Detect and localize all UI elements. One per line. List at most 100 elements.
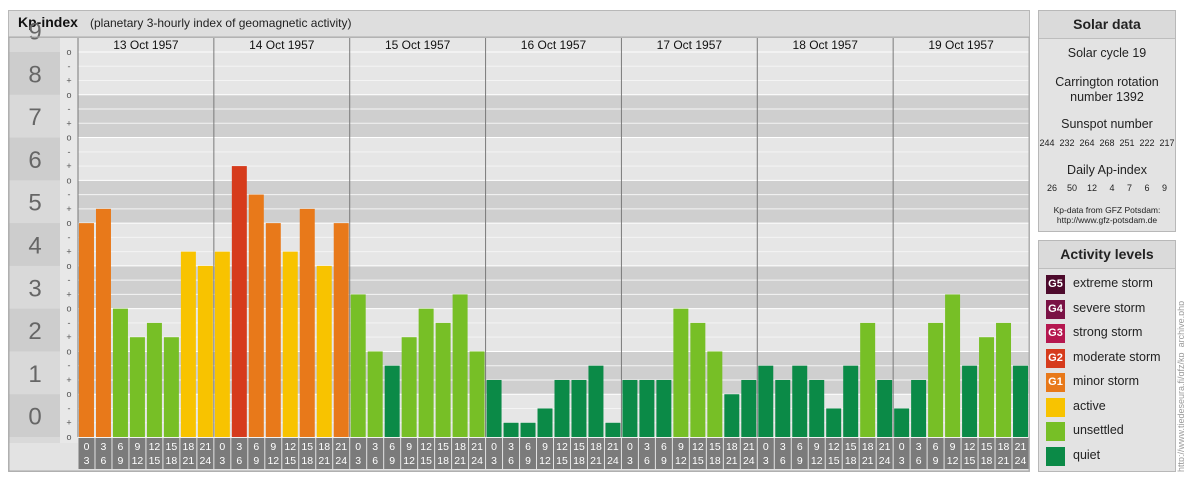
interval-end-label: 21 [183,455,195,467]
interval-start-label: 6 [389,441,395,453]
interval-end-label: 3 [899,455,905,467]
interval-start-label: 12 [828,441,840,453]
kp-bar [979,337,995,437]
activity-level-label: quiet [1073,447,1101,462]
interval-end-label: 6 [644,455,650,467]
kp-minor-tick-label: - [68,190,71,200]
kp-major-tick-label: 4 [28,233,41,260]
interval-start-label: 3 [916,441,922,453]
interval-end-label: 18 [573,455,585,467]
day-label: 16 Oct 1957 [521,38,587,52]
interval-end-label: 6 [101,455,107,467]
interval-start-label: 3 [372,441,378,453]
kp-major-tick-label: 9 [28,19,41,46]
interval-end-label: 9 [253,455,259,467]
kp-bar [741,379,757,437]
day-label: 15 Oct 1957 [385,38,451,52]
kp-bar [673,308,689,437]
kp-bar [588,365,604,437]
kp-major-tick-label: 8 [28,61,41,88]
kp-minor-tick-label: - [68,403,71,413]
interval-end-label: 6 [508,455,514,467]
interval-start-label: 15 [573,441,585,453]
kp-minor-tick-label: o [66,432,71,442]
kp-bar [503,422,519,437]
interval-start-label: 12 [692,441,704,453]
sunspot-label: Sunspot number [1061,117,1153,131]
activity-level-item: G1 minor storm [1046,373,1174,393]
solar-cycle: Solar cycle 19 [1067,46,1147,60]
interval-start-label: 0 [627,441,633,453]
kp-bar [384,365,400,437]
interval-end-label: 15 [149,455,161,467]
interval-start-label: 21 [879,441,891,453]
kp-bar [146,322,162,437]
interval-end-label: 18 [301,455,313,467]
interval-start-label: 12 [284,441,296,453]
day-label: 18 Oct 1957 [793,38,859,52]
activity-level-item: G2 moderate storm [1046,348,1174,369]
interval-start-label: 15 [301,441,313,453]
interval-start-label: 12 [556,441,568,453]
activity-level-label: extreme storm [1073,276,1153,290]
interval-start-label: 15 [437,441,449,453]
kp-major-tick-label: 0 [28,404,41,431]
activity-level-item: G4 severe storm [1046,299,1174,320]
source-link[interactable]: http://www.gfz-potsdam.de [1039,215,1175,225]
interval-start-label: 18 [318,441,330,453]
interval-end-label: 9 [118,455,124,467]
kp-bar [707,351,723,437]
interval-start-label: 15 [166,441,178,453]
kp-minor-tick-label: - [68,61,71,71]
kp-bar [724,394,740,437]
kp-minor-tick-label: o [66,389,71,399]
interval-end-label: 3 [219,455,225,467]
interval-start-label: 18 [726,441,738,453]
kp-minor-tick-label: o [66,133,71,143]
interval-end-label: 24 [879,455,891,467]
activity-levels-title: Activity levels [1039,241,1175,269]
interval-end-label: 21 [998,455,1010,467]
interval-start-label: 6 [253,441,259,453]
kp-minor-tick-label: - [68,104,71,114]
kp-minor-tick-label: + [66,375,71,385]
interval-start-label: 6 [797,441,803,453]
interval-start-label: 6 [661,441,667,453]
interval-end-label: 12 [539,455,551,467]
kp-bar [180,251,196,437]
activity-level-item: quiet [1046,446,1174,467]
interval-start-label: 0 [763,441,769,453]
interval-start-label: 15 [709,441,721,453]
interval-end-label: 12 [132,455,144,467]
interval-start-label: 6 [933,441,939,453]
interval-end-label: 21 [590,455,602,467]
interval-end-label: 15 [284,455,296,467]
interval-end-label: 9 [933,455,939,467]
kp-bar [197,265,213,437]
interval-end-label: 12 [947,455,959,467]
kp-bar-chart: 0123456789o+-o+-o+-o+-o+-o+-o+-o+-o+-o 13… [8,19,1030,472]
kp-bar [333,223,349,437]
interval-end-label: 18 [845,455,857,467]
interval-end-label: 24 [743,455,755,467]
kp-bar [843,365,859,437]
interval-start-label: 12 [420,441,432,453]
interval-end-label: 15 [828,455,840,467]
interval-start-label: 12 [149,441,161,453]
kp-bar [996,322,1012,437]
interval-end-label: 3 [355,455,361,467]
activity-level-swatch [1046,397,1065,417]
kp-bar [79,223,94,437]
interval-end-label: 24 [607,455,619,467]
interval-start-label: 0 [491,441,497,453]
interval-end-label: 9 [525,455,531,467]
interval-end-label: 21 [454,455,466,467]
kp-bar [112,308,128,437]
interval-end-label: 18 [437,455,449,467]
kp-minor-tick-label: o [66,218,71,228]
kp-bar [605,422,621,437]
interval-end-label: 15 [556,455,568,467]
ap-label: Daily Ap-index [1067,163,1147,177]
day-label: 13 Oct 1957 [113,38,179,52]
activity-level-label: strong storm [1073,325,1143,339]
